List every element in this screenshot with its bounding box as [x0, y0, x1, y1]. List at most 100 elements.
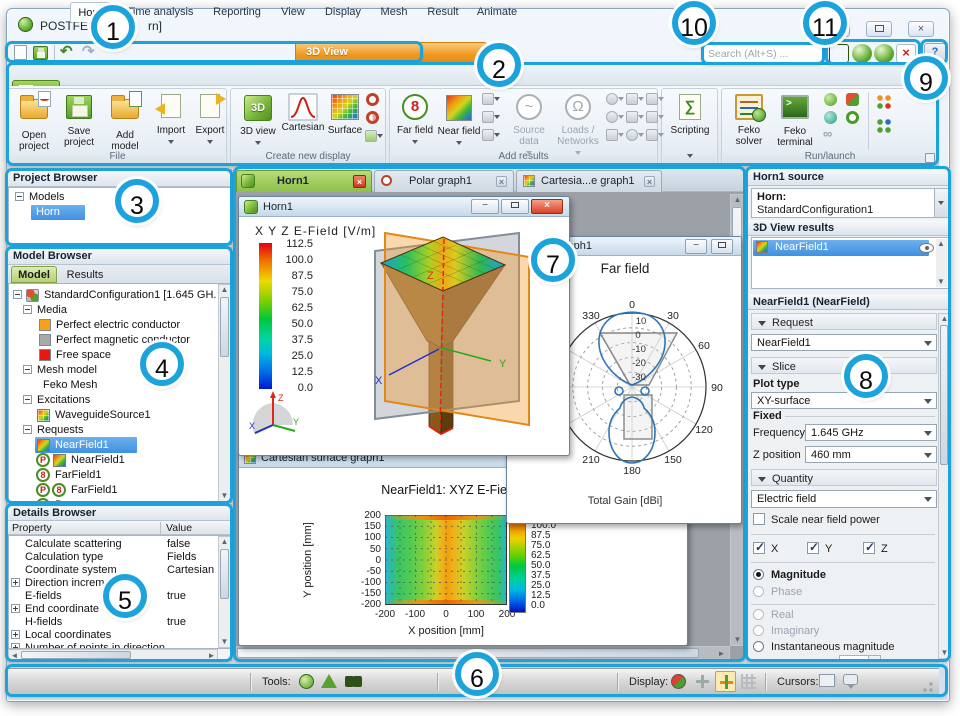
smith-chart-button-icon[interactable] [366, 111, 379, 124]
feko-solver-button[interactable]: Feko solver [727, 91, 771, 147]
network-launch-1-icon[interactable] [876, 94, 892, 110]
network-launch-2-icon[interactable] [876, 118, 892, 134]
mesh-model-node[interactable]: Mesh model [37, 364, 97, 376]
dialog-launcher-icon[interactable] [925, 153, 935, 163]
launch-editfeko-icon[interactable] [852, 44, 872, 63]
power-node[interactable]: Power [55, 499, 86, 503]
real-radio[interactable] [753, 609, 764, 620]
3d-view-button[interactable]: 3D 3D view [236, 91, 280, 148]
tab-results[interactable]: Results [61, 267, 109, 284]
minimize-button[interactable]: − [471, 199, 499, 214]
axes-toggle-active[interactable] [715, 671, 736, 692]
close-button[interactable]: × [908, 21, 934, 37]
plot-type-select[interactable]: XY-surface [751, 392, 937, 409]
details-hscrollbar[interactable]: ◄ ► [8, 649, 218, 661]
nearfield1-node[interactable]: NearField1 [55, 439, 109, 451]
scripting-expand-icon[interactable] [687, 154, 693, 158]
cartesian-button[interactable]: Cartesian [279, 91, 327, 133]
result-tool-2[interactable] [482, 111, 500, 123]
tab-animate[interactable]: Animate [470, 2, 524, 22]
grid-toggle-icon[interactable] [741, 674, 756, 689]
run-tool-5-icon[interactable]: ∞ [823, 126, 832, 141]
tab-model[interactable]: Model [11, 266, 57, 283]
result-grid-1[interactable] [606, 93, 624, 105]
requests-node[interactable]: Requests [37, 424, 83, 436]
maximize-button[interactable] [711, 239, 733, 254]
resize-grip[interactable] [923, 682, 933, 692]
result-grid-9[interactable] [646, 129, 664, 141]
tab-cartesian-graph1[interactable]: Cartesia...e graph1 × [516, 170, 662, 192]
export-button[interactable]: Export [188, 91, 232, 147]
result-grid-6[interactable] [646, 111, 664, 123]
save-icon[interactable] [33, 46, 48, 60]
result-grid-2[interactable] [626, 93, 644, 105]
excitations-node[interactable]: Excitations [37, 394, 90, 406]
tab-close-icon[interactable]: × [353, 175, 366, 188]
heatmap-plot[interactable] [385, 515, 507, 605]
tab-reporting[interactable]: Reporting [206, 2, 268, 22]
save-project-button[interactable]: Save project [57, 91, 101, 148]
cursor-panel-icon[interactable] [819, 674, 835, 687]
result-grid-3[interactable] [646, 93, 664, 105]
waveguide-source-node[interactable]: WaveguideSource1 [55, 409, 151, 421]
undo-icon[interactable]: ↶ [60, 42, 73, 60]
pan-icon[interactable] [695, 674, 710, 689]
result-grid-7[interactable] [606, 129, 624, 141]
imaginary-radio[interactable] [753, 625, 764, 636]
quantity-select[interactable]: Electric field [751, 490, 937, 508]
z-checkbox[interactable] [863, 542, 875, 554]
column-value[interactable]: Value [166, 522, 192, 534]
redo-icon[interactable]: ↷ [82, 42, 95, 60]
minimize-button[interactable]: − [685, 239, 707, 254]
gauge-icon[interactable] [671, 674, 686, 689]
cone-tool-icon[interactable] [321, 674, 337, 688]
import-button[interactable]: Import [149, 91, 193, 147]
result-grid-8[interactable] [626, 129, 644, 141]
source-data-button[interactable]: ~ Source data [506, 91, 552, 159]
collapse-icon[interactable] [15, 192, 24, 201]
polar-graph-button-icon[interactable] [366, 93, 379, 106]
expand-icon[interactable] [11, 604, 20, 613]
source-combo[interactable]: Horn: StandardConfiguration1 [751, 188, 949, 218]
media-node[interactable]: Media [37, 304, 67, 316]
result-tool-1[interactable] [482, 93, 500, 105]
request-select[interactable]: NearField1 [751, 334, 937, 351]
feko-terminal-button[interactable]: > Feko terminal [773, 91, 817, 148]
export-dropdown-icon[interactable] [207, 140, 213, 144]
list-item[interactable]: NearField1 [753, 240, 929, 256]
phase-spinner[interactable] [839, 655, 881, 660]
3d-view-dropdown-icon[interactable] [255, 141, 261, 145]
horn-node[interactable]: Horn [36, 206, 60, 218]
model-browser-scrollbar[interactable]: ▲ ▼ [218, 284, 231, 502]
loads-networks-button[interactable]: Ω Loads / Networks [552, 91, 604, 159]
maximize-button[interactable] [866, 21, 892, 37]
models-node[interactable]: Models [29, 191, 64, 203]
collapse-icon[interactable] [23, 395, 32, 404]
run-tool-4-icon[interactable] [846, 111, 859, 124]
panel-scrollbar[interactable]: ▲ ▼ [938, 313, 950, 659]
result-grid-4[interactable] [606, 111, 624, 123]
nearfield1-result-node[interactable]: NearField1 [71, 454, 125, 466]
section-request[interactable]: Request [751, 313, 937, 330]
farfield1-result-node[interactable]: FarField1 [71, 484, 117, 496]
run-tool-3-icon[interactable] [824, 111, 837, 124]
surface-button[interactable]: Surface [324, 91, 366, 136]
tab-horn1[interactable]: Horn1 × [236, 170, 372, 192]
pec-node[interactable]: Perfect electric conductor [56, 319, 180, 331]
section-quantity[interactable]: Quantity [751, 469, 937, 486]
horn-window-titlebar[interactable]: Horn1 − × [239, 197, 569, 217]
measure-tool-icon[interactable] [299, 674, 314, 689]
far-field-dropdown-icon[interactable] [412, 140, 418, 144]
expand-icon[interactable] [11, 578, 20, 587]
tab-view[interactable]: View [274, 2, 312, 22]
run-tool-1-icon[interactable] [824, 93, 837, 106]
column-property[interactable]: Property [12, 522, 52, 534]
scrollbar-thumb[interactable] [21, 651, 131, 659]
instantaneous-radio[interactable] [753, 641, 764, 652]
open-project-button[interactable]: Open project [12, 91, 56, 152]
restore-button[interactable] [501, 199, 529, 214]
find-binoculars-icon[interactable] [345, 676, 354, 687]
search-input[interactable] [703, 44, 823, 63]
free-space-node[interactable]: Free space [56, 349, 111, 361]
visibility-eye-icon[interactable] [919, 243, 934, 253]
